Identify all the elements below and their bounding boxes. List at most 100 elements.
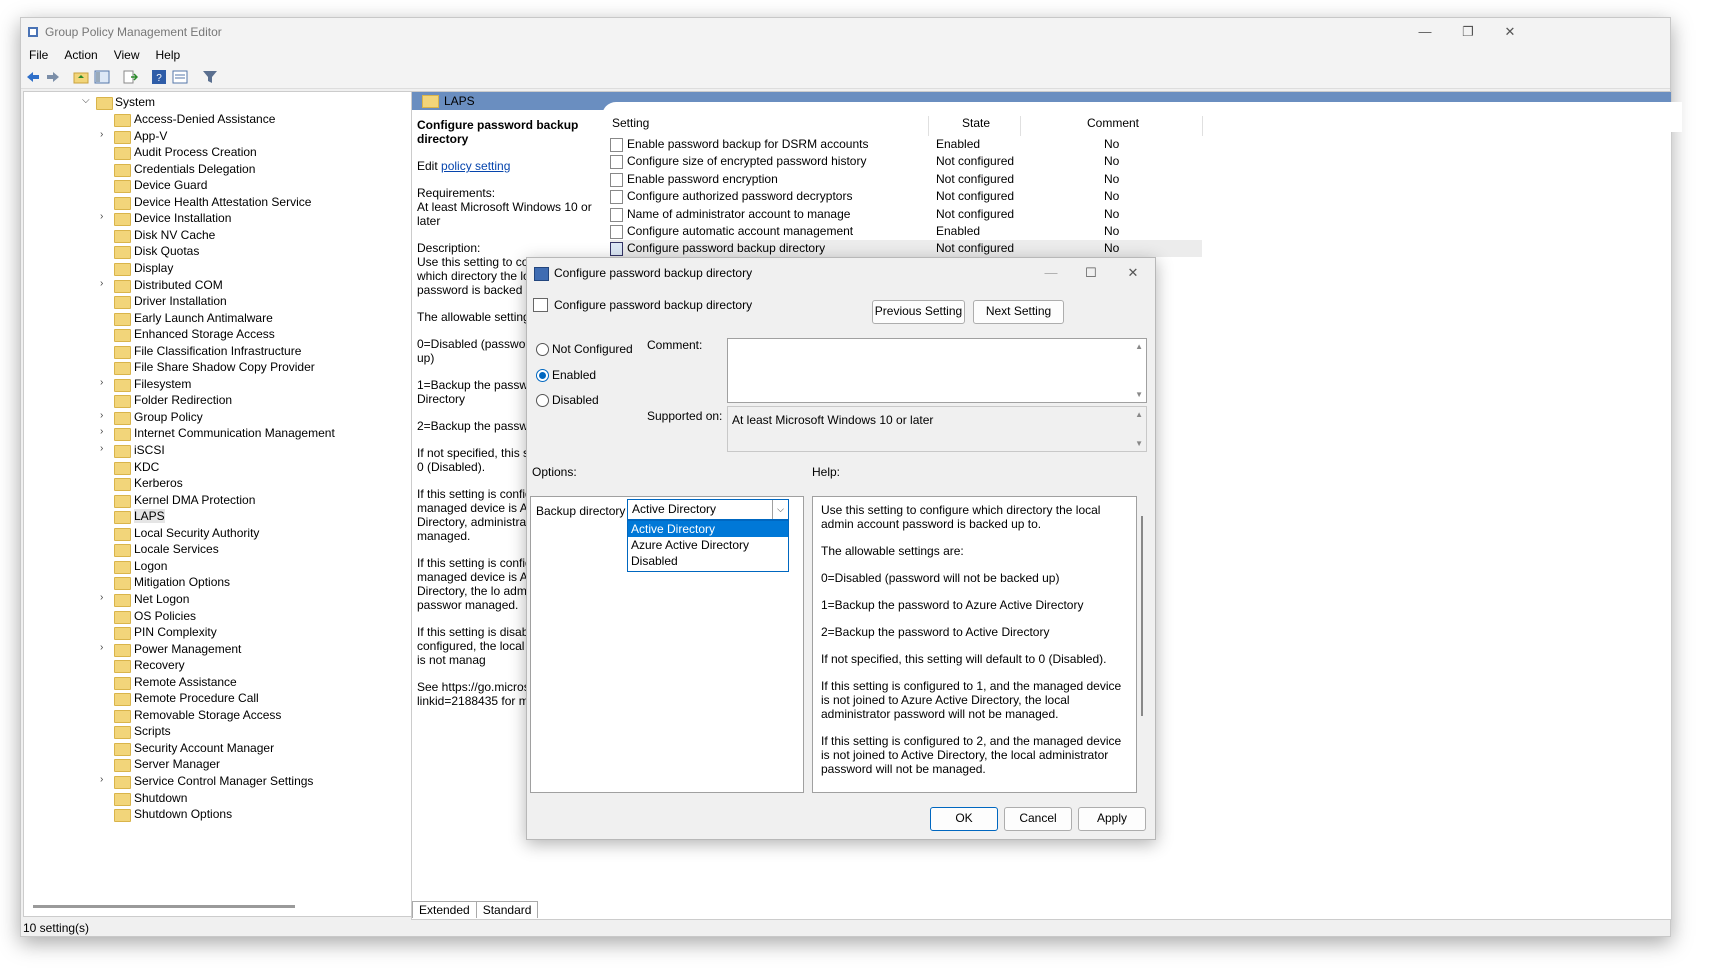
table-row[interactable]: Configure size of encrypted password his…	[610, 153, 1202, 170]
folder-icon	[114, 610, 131, 624]
restore-button[interactable]: ❐	[1457, 22, 1479, 42]
tab-extended[interactable]: Extended	[412, 901, 477, 918]
tree-node-label: Recovery	[134, 658, 185, 673]
scroll-up-icon[interactable]: ▲	[1135, 410, 1143, 419]
tree-node-label: Distributed COM	[134, 277, 223, 292]
table-row[interactable]: Enable password encryption Not configured…	[610, 171, 1202, 188]
tree-node-label: Group Policy	[134, 409, 203, 424]
apply-button[interactable]: Apply	[1078, 807, 1146, 831]
column-divider	[1020, 116, 1021, 136]
help-scrollbar[interactable]	[1141, 516, 1143, 716]
table-row[interactable]: Configure automatic account management En…	[610, 223, 1202, 240]
table-row[interactable]: Configure password backup directory Not c…	[610, 240, 1202, 258]
folder-icon	[114, 378, 131, 392]
chevron-right-icon[interactable]: ›	[100, 129, 110, 140]
scroll-down-icon[interactable]: ▼	[1135, 390, 1143, 399]
scroll-up-icon[interactable]: ▲	[1135, 342, 1143, 351]
backup-directory-select[interactable]: Active Directory ⌵	[627, 499, 789, 520]
menu-view[interactable]: View	[106, 46, 148, 64]
folder-icon	[114, 229, 131, 243]
dialog-maximize-button[interactable]: ☐	[1080, 263, 1102, 283]
policy-setting-icon	[610, 190, 623, 205]
table-row[interactable]: Configure authorized password decryptors…	[610, 188, 1202, 205]
cell-comment: No	[1104, 241, 1120, 256]
scroll-down-icon[interactable]: ▼	[1135, 439, 1143, 448]
column-header-setting[interactable]: Setting	[612, 116, 649, 130]
radio-circle[interactable]	[536, 343, 549, 356]
menu-help[interactable]: Help	[148, 46, 189, 64]
chevron-right-icon[interactable]: ›	[100, 592, 110, 603]
table-row[interactable]: Name of administrator account to manage N…	[610, 206, 1202, 223]
folder-icon	[114, 792, 131, 806]
help-paragraph: If not specified, this setting will defa…	[821, 652, 1107, 666]
chevron-right-icon[interactable]: ›	[100, 278, 110, 289]
supported-on-value: At least Microsoft Windows 10 or later	[732, 413, 934, 427]
comment-textarea[interactable]: ▲ ▼	[727, 338, 1147, 403]
policy-dialog: Configure password backup directory — ☐ …	[526, 257, 1156, 840]
next-setting-button[interactable]: Next Setting	[973, 300, 1064, 324]
folder-icon	[114, 345, 131, 359]
chevron-down-icon[interactable]: ⌵	[772, 500, 788, 519]
cancel-button[interactable]: Cancel	[1004, 807, 1072, 831]
folder-icon	[114, 511, 131, 525]
tree-horizontal-scrollbar[interactable]	[33, 905, 295, 908]
chevron-right-icon[interactable]: ›	[100, 377, 110, 388]
folder-icon	[114, 693, 131, 707]
folder-icon	[114, 809, 131, 823]
cell-setting: Configure authorized password decryptors	[627, 189, 853, 204]
dialog-minimize-button[interactable]: —	[1040, 263, 1062, 283]
select-value: Active Directory	[632, 502, 717, 516]
tree-node-label: Device Guard	[134, 178, 208, 193]
tree-node-label: File Share Shadow Copy Provider	[134, 360, 315, 375]
help-paragraph: Use this setting to configure which dire…	[821, 503, 1101, 531]
chevron-right-icon[interactable]: ›	[100, 410, 110, 421]
chevron-right-icon[interactable]: ›	[100, 211, 110, 222]
folder-icon	[422, 95, 439, 108]
tree-node-label: Access-Denied Assistance	[134, 112, 276, 126]
show-hide-tree-icon[interactable]	[94, 69, 110, 85]
radio-circle[interactable]	[536, 369, 549, 382]
tree-node-label: KDC	[134, 459, 160, 474]
chevron-down-icon[interactable]: ⌵	[82, 95, 92, 106]
backup-directory-options: Active Directory Azure Active Directory …	[627, 520, 789, 572]
previous-setting-button[interactable]: Previous Setting	[872, 300, 965, 324]
close-button[interactable]: ✕	[1499, 22, 1521, 42]
cell-comment: No	[1104, 224, 1120, 238]
folder-icon	[114, 709, 131, 723]
column-header-state[interactable]: State	[962, 116, 990, 130]
tree-node-label: Device Health Attestation Service	[134, 194, 312, 209]
folder-icon	[114, 726, 131, 740]
supported-on-label: Supported on:	[647, 409, 723, 423]
folder-icon	[114, 246, 131, 260]
folder-icon	[114, 478, 131, 492]
minimize-button[interactable]: —	[1414, 22, 1436, 42]
tab-standard[interactable]: Standard	[475, 901, 539, 918]
folder-icon	[114, 196, 131, 210]
filter-icon[interactable]	[202, 69, 218, 85]
option-disabled[interactable]: Disabled	[628, 553, 788, 569]
export-list-icon[interactable]	[122, 69, 138, 85]
column-header-comment[interactable]: Comment	[1087, 116, 1139, 130]
menu-action[interactable]: Action	[56, 46, 105, 64]
chevron-right-icon[interactable]: ›	[100, 774, 110, 785]
cell-state: Not configured	[936, 206, 1015, 221]
policy-setting-link[interactable]: policy setting	[441, 159, 510, 173]
chevron-right-icon[interactable]: ›	[100, 642, 110, 653]
menu-file[interactable]: File	[21, 46, 56, 64]
folder-icon	[114, 660, 131, 674]
radio-circle[interactable]	[536, 394, 549, 407]
up-folder-icon[interactable]	[73, 69, 89, 85]
folder-icon	[114, 742, 131, 756]
option-azure-active-directory[interactable]: Azure Active Directory	[628, 537, 788, 553]
ok-button[interactable]: OK	[930, 807, 998, 831]
back-arrow-icon[interactable]	[25, 69, 41, 85]
chevron-right-icon[interactable]: ›	[100, 443, 110, 454]
dialog-close-button[interactable]: ✕	[1122, 263, 1144, 283]
forward-arrow-icon[interactable]	[45, 69, 61, 85]
option-active-directory[interactable]: Active Directory	[628, 521, 788, 537]
cell-setting: Enable password encryption	[627, 171, 778, 186]
chevron-right-icon[interactable]: ›	[100, 426, 110, 437]
help-icon[interactable]: ?	[151, 69, 167, 85]
table-row[interactable]: Enable password backup for DSRM accounts…	[610, 136, 1202, 153]
properties-icon[interactable]	[172, 69, 188, 85]
